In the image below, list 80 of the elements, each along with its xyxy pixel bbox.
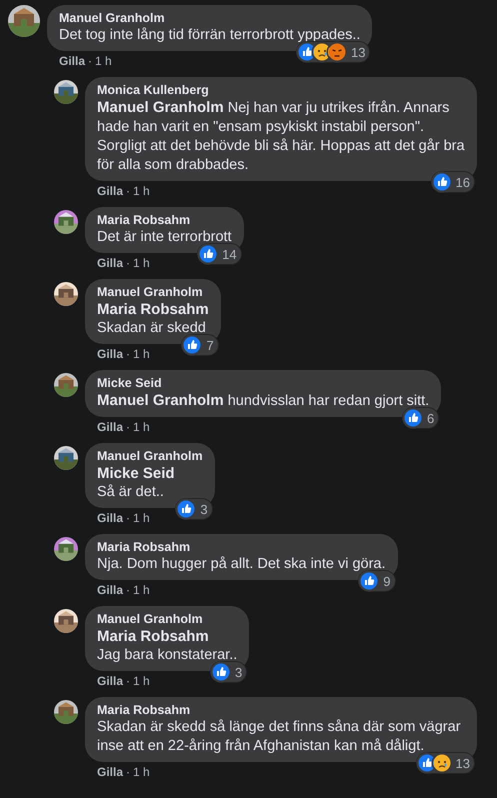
mention-link[interactable]: Maria Robsahm [97,300,209,319]
like-link[interactable]: Gilla [97,764,124,780]
like-link[interactable]: Gilla [97,183,124,199]
comment-text: Manuel Granholm Nej han var ju utrikes ifrån. Annars hade han varit en "ensam psykiskt instabil person". Sorgligt att det behövde bli så här. Hoppas att det går bra för alla som drabbades. [97,98,465,175]
mention-link[interactable]: Manuel Granholm [97,392,224,409]
like-link[interactable]: Gilla [97,255,124,271]
mention-link[interactable]: Maria Robsahm [97,627,209,646]
timestamp[interactable]: 1 h [133,419,150,435]
comment-text: Så är det.. [97,483,164,502]
mention-link[interactable]: Micke Seid [97,464,175,483]
reaction-count: 16 [456,174,470,190]
timestamp[interactable]: 1 h [133,183,150,199]
author-name[interactable]: Manuel Granholm [59,11,165,26]
like-icon [183,336,202,354]
reaction-summary[interactable]: 13 [296,42,370,62]
timestamp[interactable]: 1 h [133,582,150,598]
like-link[interactable]: Gilla [97,419,124,435]
comment-text: Det tog inte lång tid förrän terrorbrott yppades.. [59,26,360,45]
like-icon [404,409,422,427]
reaction-summary[interactable]: 3 [211,662,246,682]
like-link[interactable]: Gilla [59,53,86,69]
sad-face-icon [312,43,331,61]
comment-text: Nja. Dom hugger på allt. Det ska inte vi göra. [97,555,386,574]
like-link[interactable]: Gilla [97,346,124,362]
timestamp[interactable]: 1 h [133,510,150,526]
reaction-summary[interactable]: 16 [432,172,474,192]
like-icon [418,754,436,772]
reaction-count: 14 [222,246,237,262]
author-name[interactable]: Monica Kullenberg [97,83,209,98]
reaction-count: 7 [206,338,214,352]
like-icon [432,173,451,191]
like-icon [177,500,196,518]
reaction-count: 3 [200,502,208,516]
like-icon [212,663,230,681]
author-name[interactable]: Maria Robsahm [97,213,190,228]
timestamp[interactable]: 1 h [95,53,112,69]
timestamp[interactable]: 1 h [133,346,150,362]
reaction-summary[interactable]: 9 [359,571,395,591]
sad-face-icon [432,754,451,772]
comment-text: Det är inte terrorbrott [97,228,232,247]
separator-dot: · [126,764,130,780]
reaction-count: 6 [426,410,434,426]
author-name[interactable]: Maria Robsahm [97,540,190,555]
author-name[interactable]: Manuel Granholm [97,449,203,464]
author-name[interactable]: Manuel Granholm [97,285,203,300]
comment-text: Manuel Granholm hundvisslan har redan gjort sitt. [97,391,430,411]
reaction-summary[interactable]: 3 [176,499,212,519]
like-link[interactable]: Gilla [97,510,124,526]
author-name[interactable]: Micke Seid [97,376,162,391]
angry-face-icon [328,43,346,61]
separator-dot: · [126,673,130,689]
separator-dot: · [88,53,92,69]
comment-text: Skadan är skedd [97,319,206,338]
timestamp[interactable]: 1 h [133,255,150,271]
reaction-count: 13 [456,756,470,770]
separator-dot: · [126,419,130,435]
reaction-summary[interactable]: 13 [416,753,474,773]
reaction-count: 9 [383,574,391,588]
separator-dot: · [126,255,130,271]
like-icon [199,245,218,263]
separator-dot: · [126,582,130,598]
like-link[interactable]: Gilla [97,582,124,598]
separator-dot: · [126,346,130,362]
timestamp[interactable]: 1 h [133,673,150,689]
reaction-count: 13 [350,44,366,60]
reaction-summary[interactable]: 6 [402,408,438,428]
reaction-count: 3 [235,664,242,680]
comment-text: Skadan är skedd så länge det finns såna där som vägrar inse att en 22-åring från Afghanistan kan må dåligt. [97,718,462,756]
separator-dot: · [126,183,130,199]
like-icon [298,43,316,61]
like-icon [360,572,378,590]
separator-dot: · [126,510,130,526]
timestamp[interactable]: 1 h [133,764,150,780]
reaction-summary[interactable]: 14 [198,244,241,264]
comment-text: Jag bara konstaterar.. [97,646,238,665]
like-link[interactable]: Gilla [97,673,124,689]
author-name[interactable]: Maria Robsahm [97,703,190,718]
reaction-summary[interactable]: 7 [182,335,218,355]
author-name[interactable]: Manuel Granholm [97,612,203,627]
mention-link[interactable]: Manuel Granholm [97,99,224,116]
